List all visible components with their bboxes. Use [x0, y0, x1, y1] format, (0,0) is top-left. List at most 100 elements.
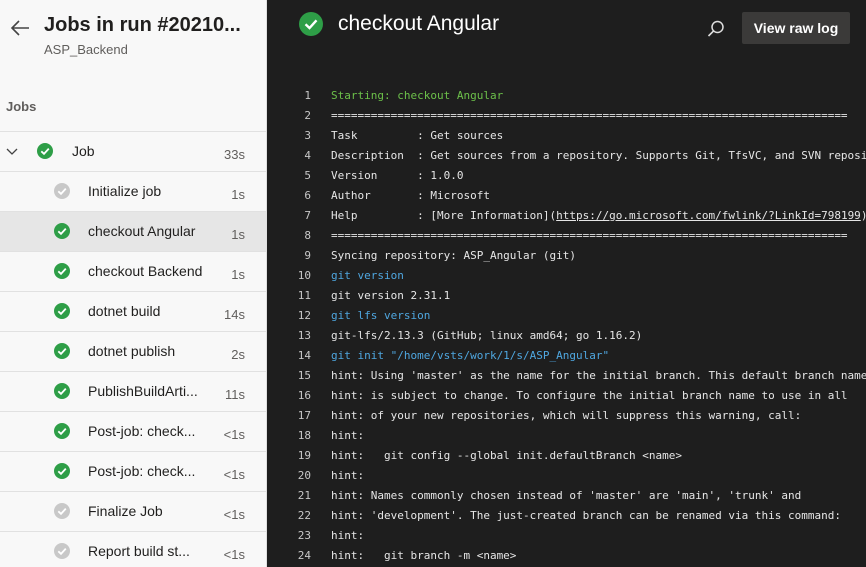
log-line: 16 hint: is subject to change. To configu… [267, 386, 866, 406]
log-text: hint: Names commonly chosen instead of '… [331, 489, 802, 502]
log-line: 20 hint: [267, 466, 866, 486]
log-line: 11 git version 2.31.1 [267, 286, 866, 306]
success-check-icon [37, 143, 53, 159]
line-number: 1 [304, 89, 311, 102]
step-duration: <1s [223, 427, 245, 442]
line-number: 2 [304, 109, 311, 122]
step-duration: <1s [223, 467, 245, 482]
log-line: 7 Help : [More Information](https://go.mi… [267, 206, 866, 226]
log-link[interactable]: https://go.microsoft.com/fwlink/?LinkId=… [556, 209, 861, 222]
log-text: hint: [331, 469, 365, 482]
step-row[interactable]: Post-job: check... <1s [0, 412, 266, 452]
line-number: 9 [304, 249, 311, 262]
log-text: ========================================… [331, 109, 848, 122]
step-row[interactable]: dotnet publish 2s [0, 332, 266, 372]
line-number: 3 [304, 129, 311, 142]
job-row[interactable]: Job 33s [0, 132, 266, 172]
line-number: 19 [297, 449, 311, 462]
line-number: 22 [297, 509, 311, 522]
success-check-icon [54, 383, 70, 399]
log-line: 10 git version [267, 266, 866, 286]
log-text: Help : [More Information](https://go.mic… [331, 209, 866, 222]
step-label: PublishBuildArti... [88, 383, 198, 399]
log-text: git version 2.31.1 [331, 289, 451, 302]
success-check-icon [54, 263, 70, 279]
skipped-check-icon [54, 503, 70, 519]
step-row[interactable]: Finalize Job <1s [0, 492, 266, 532]
line-number: 11 [297, 289, 311, 302]
log-line: 24 hint: git branch -m <name> [267, 546, 866, 566]
back-arrow-icon[interactable] [9, 17, 31, 39]
success-check-icon [54, 463, 70, 479]
log-line: 22 hint: 'development'. The just-created … [267, 506, 866, 526]
line-number: 16 [297, 389, 311, 402]
line-number: 23 [297, 529, 311, 542]
log-line: 6 Author : Microsoft [267, 186, 866, 206]
skipped-check-icon [54, 543, 70, 559]
log-line: 5 Version : 1.0.0 [267, 166, 866, 186]
log-text: ========================================… [331, 229, 848, 242]
log-line: 2 =======================================… [267, 106, 866, 126]
pipeline-name: ASP_Backend [44, 42, 128, 57]
step-row[interactable]: Post-job: check... <1s [0, 452, 266, 492]
skipped-check-icon [54, 183, 70, 199]
search-icon[interactable] [707, 20, 725, 38]
log-text: hint: of your new repositories, which wi… [331, 409, 802, 422]
line-number: 21 [297, 489, 311, 502]
line-number: 12 [297, 309, 311, 322]
step-label: checkout Backend [88, 263, 203, 279]
step-label: checkout Angular [88, 223, 196, 239]
sidebar: Jobs in run #20210... ASP_Backend Jobs J… [0, 0, 267, 567]
line-number: 4 [304, 149, 311, 162]
log-line: 4 Description : Get sources from a reposi… [267, 146, 866, 166]
job-label: Job [72, 143, 95, 159]
line-number: 6 [304, 189, 311, 202]
log-text: hint: [331, 529, 365, 542]
log-text: hint: [331, 429, 365, 442]
line-number: 15 [297, 369, 311, 382]
view-raw-log-button[interactable]: View raw log [742, 12, 850, 44]
line-number: 20 [297, 469, 311, 482]
log-line: 1 Starting: checkout Angular [267, 86, 866, 106]
log-text: git version [331, 269, 404, 282]
success-check-icon [54, 303, 70, 319]
jobs-list: Job 33s Initialize job 1s checkout Angular… [0, 131, 266, 567]
step-row[interactable]: checkout Angular 1s [0, 212, 266, 252]
step-label: Finalize Job [88, 503, 163, 519]
log-text: Starting: checkout Angular [331, 89, 504, 102]
step-label: dotnet build [88, 303, 161, 319]
step-label: Post-job: check... [88, 423, 196, 439]
log-text: hint: git branch -m <name> [331, 549, 517, 562]
log-line: 13 git-lfs/2.13.3 (GitHub; linux amd64; g… [267, 326, 866, 346]
step-row[interactable]: Report build st... <1s [0, 532, 266, 567]
step-duration: 14s [224, 307, 245, 322]
step-row[interactable]: dotnet build 14s [0, 292, 266, 332]
log-panel: checkout Angular View raw log 1 Starting:… [267, 0, 866, 567]
step-label: dotnet publish [88, 343, 176, 359]
line-number: 14 [297, 349, 311, 362]
step-duration: 1s [231, 187, 245, 202]
log-line: 19 hint: git config --global init.default… [267, 446, 866, 466]
log-line: 12 git lfs version [267, 306, 866, 326]
line-number: 8 [304, 229, 311, 242]
step-duration: 1s [231, 267, 245, 282]
line-number: 5 [304, 169, 311, 182]
log-line: 21 hint: Names commonly chosen instead of… [267, 486, 866, 506]
log-text: Description : Get sources from a reposit… [331, 149, 866, 162]
chevron-down-icon[interactable] [6, 145, 18, 157]
log-output: 1 Starting: checkout Angular 2 ============… [267, 86, 866, 566]
step-row[interactable]: PublishBuildArti... 11s [0, 372, 266, 412]
log-text: Task : Get sources [331, 129, 504, 142]
log-line: 18 hint: [267, 426, 866, 446]
step-label: Post-job: check... [88, 463, 196, 479]
log-text: hint: git config --global init.defaultBr… [331, 449, 682, 462]
step-duration: 2s [231, 347, 245, 362]
log-text: git init "/home/vsts/work/1/s/ASP_Angula… [331, 349, 610, 362]
step-row[interactable]: Initialize job 1s [0, 172, 266, 212]
step-duration: 1s [231, 227, 245, 242]
step-row[interactable]: checkout Backend 1s [0, 252, 266, 292]
log-line: 14 git init "/home/vsts/work/1/s/ASP_Angu… [267, 346, 866, 366]
line-number: 10 [297, 269, 311, 282]
line-number: 7 [304, 209, 311, 222]
line-number: 13 [297, 329, 311, 342]
